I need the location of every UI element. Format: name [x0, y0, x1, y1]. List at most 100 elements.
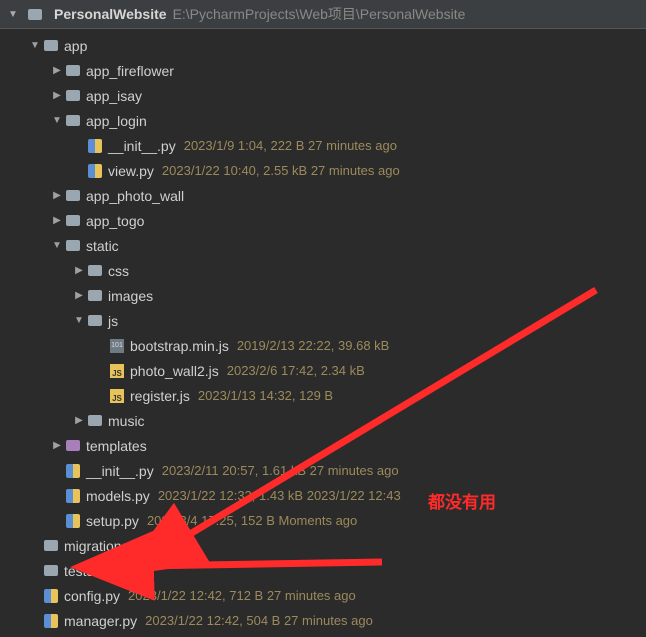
file-metadata: 2023/2/11 20:57, 1.61 kB 27 minutes ago: [162, 463, 399, 478]
chevron-down-icon[interactable]: ▼: [28, 40, 42, 51]
tree-row[interactable]: ▶migrations: [0, 533, 646, 558]
tree-row[interactable]: ▼ app_login: [0, 108, 646, 133]
project-name[interactable]: PersonalWebsite: [54, 6, 167, 22]
file-metadata: 2023/1/13 14:32, 129 B: [198, 388, 333, 403]
folder-icon: [64, 63, 82, 79]
tree-item-name: app_login: [86, 113, 147, 129]
tree-row[interactable]: ▶manager.py2023/1/22 12:42, 504 B 27 min…: [0, 608, 646, 633]
tree-row[interactable]: ▶ app_fireflower: [0, 58, 646, 83]
tree-row[interactable]: ▶101bootstrap.min.js2019/2/13 22:22, 39.…: [0, 333, 646, 358]
tree-item-name: app_photo_wall: [86, 188, 184, 204]
file-metadata: 2023/1/22 12:42, 504 B 27 minutes ago: [145, 613, 373, 628]
chevron-down-icon[interactable]: ▼: [6, 9, 20, 20]
file-metadata: 2023/1/9 1:04, 222 B 27 minutes ago: [184, 138, 397, 153]
tree-item-name: tests: [64, 563, 94, 579]
tree-row[interactable]: ▼ static: [0, 233, 646, 258]
chevron-right-icon[interactable]: ▶: [72, 415, 86, 426]
tree-row[interactable]: ▶__init__.py2023/2/11 20:57, 1.61 kB 27 …: [0, 458, 646, 483]
tree-row[interactable]: ▶ templates: [0, 433, 646, 458]
file-metadata: 2023/1/22 12:32, 1.43 kB 2023/1/22 12:43: [158, 488, 401, 503]
templates-folder-icon: [64, 438, 82, 454]
tree-item-name: setup.py: [86, 513, 139, 529]
tree-row[interactable]: ▶ app_togo: [0, 208, 646, 233]
tree-row[interactable]: ▶__init__.py2023/1/9 1:04, 222 B 27 minu…: [0, 133, 646, 158]
folder-icon: [42, 538, 60, 554]
tree-row[interactable]: ▶view.py2023/1/22 10:40, 2.55 kB 27 minu…: [0, 158, 646, 183]
folder-icon: [64, 113, 82, 129]
tree-item-name: __init__.py: [86, 463, 154, 479]
chevron-down-icon[interactable]: ▼: [72, 315, 86, 326]
folder-icon: [26, 6, 44, 22]
folder-icon: [86, 413, 104, 429]
file-metadata: 2023/2/6 17:42, 2.34 kB: [227, 363, 365, 378]
tree-item-name: view.py: [108, 163, 154, 179]
chevron-right-icon[interactable]: ▶: [72, 265, 86, 276]
js-file-icon: JS: [108, 388, 126, 404]
file-metadata: 2019/2/13 22:22, 39.68 kB: [237, 338, 390, 353]
folder-icon: [64, 238, 82, 254]
file-tree[interactable]: ▼app▶app_fireflower▶app_isay▼app_login▶_…: [0, 29, 646, 637]
python-file-icon: [42, 613, 60, 629]
tree-row[interactable]: ▶models.py2023/1/22 12:32, 1.43 kB 2023/…: [0, 483, 646, 508]
file-metadata: 2023/1/22 12:42, 712 B 27 minutes ago: [128, 588, 356, 603]
chevron-right-icon[interactable]: ▶: [50, 65, 64, 76]
tree-item-name: static: [86, 238, 119, 254]
tree-item-name: js: [108, 313, 118, 329]
chevron-right-icon[interactable]: ▶: [50, 215, 64, 226]
tree-row[interactable]: ▼ js: [0, 308, 646, 333]
tree-row[interactable]: ▼ app: [0, 33, 646, 58]
python-file-icon: [64, 463, 82, 479]
folder-icon: [64, 213, 82, 229]
folder-icon: [86, 263, 104, 279]
tree-row[interactable]: ▶ music: [0, 408, 646, 433]
python-file-icon: [64, 488, 82, 504]
file-metadata: 2023/1/22 10:40, 2.55 kB 27 minutes ago: [162, 163, 400, 178]
tree-item-name: music: [108, 413, 145, 429]
project-header: ▼ PersonalWebsite E:\PycharmProjects\Web…: [0, 0, 646, 29]
tree-item-name: migrations: [64, 538, 129, 554]
python-file-icon: [86, 163, 104, 179]
python-file-icon: [64, 513, 82, 529]
tree-item-name: register.js: [130, 388, 190, 404]
chevron-right-icon[interactable]: ▶: [50, 90, 64, 101]
folder-icon: [42, 38, 60, 54]
tree-item-name: manager.py: [64, 613, 137, 629]
python-file-icon: [42, 588, 60, 604]
tree-row[interactable]: ▶JSphoto_wall2.js2023/2/6 17:42, 2.34 kB: [0, 358, 646, 383]
tree-item-name: photo_wall2.js: [130, 363, 219, 379]
tree-item-name: templates: [86, 438, 147, 454]
tree-row[interactable]: ▶tests: [0, 558, 646, 583]
tree-item-name: app: [64, 38, 87, 54]
tree-row[interactable]: ▶ app_isay: [0, 83, 646, 108]
chevron-down-icon[interactable]: ▼: [50, 115, 64, 126]
tree-row[interactable]: ▶ app_photo_wall: [0, 183, 646, 208]
folder-icon: [86, 313, 104, 329]
tree-row[interactable]: ▶setup.py2023/3/4 17:25, 152 B Moments a…: [0, 508, 646, 533]
tree-row[interactable]: ▶ images: [0, 283, 646, 308]
tree-item-name: models.py: [86, 488, 150, 504]
chevron-right-icon[interactable]: ▶: [50, 440, 64, 451]
tree-item-name: config.py: [64, 588, 120, 604]
tree-item-name: __init__.py: [108, 138, 176, 154]
tree-item-name: css: [108, 263, 129, 279]
python-file-icon: [86, 138, 104, 154]
folder-icon: [64, 88, 82, 104]
chevron-right-icon[interactable]: ▶: [50, 190, 64, 201]
tree-item-name: images: [108, 288, 153, 304]
folder-icon: [86, 288, 104, 304]
tree-row[interactable]: ▶JSregister.js2023/1/13 14:32, 129 B: [0, 383, 646, 408]
annotation-text: 都没有用: [428, 488, 496, 513]
tree-row[interactable]: ▶config.py2023/1/22 12:42, 712 B 27 minu…: [0, 583, 646, 608]
tree-item-name: app_isay: [86, 88, 142, 104]
chevron-right-icon[interactable]: ▶: [72, 290, 86, 301]
tree-item-name: app_fireflower: [86, 63, 174, 79]
tree-row[interactable]: ▶ css: [0, 258, 646, 283]
tree-item-name: app_togo: [86, 213, 144, 229]
file-metadata: 2023/3/4 17:25, 152 B Moments ago: [147, 513, 357, 528]
js-file-icon: JS: [108, 363, 126, 379]
project-path: E:\PycharmProjects\Web项目\PersonalWebsite: [173, 4, 466, 24]
tree-item-name: bootstrap.min.js: [130, 338, 229, 354]
binary-file-icon: 101: [108, 338, 126, 354]
chevron-down-icon[interactable]: ▼: [50, 240, 64, 251]
folder-icon: [42, 563, 60, 579]
